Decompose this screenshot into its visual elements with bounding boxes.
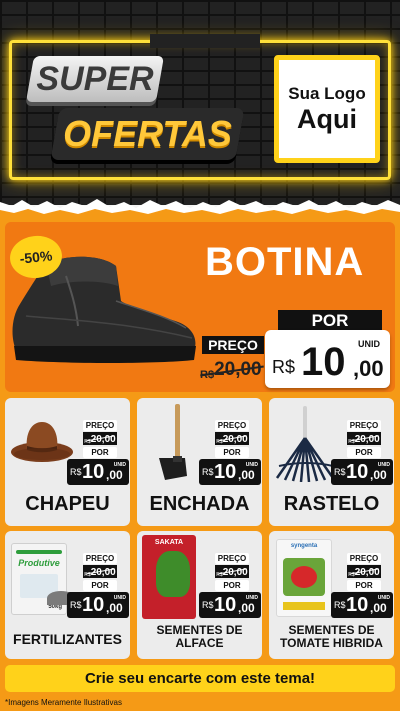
old-value: 20,00 [90,567,116,578]
price-box: UNID R$ 10 ,00 [67,592,129,618]
product-name: FERTILIZANTES [13,631,122,647]
old-price: R$ 20,00 [83,565,117,578]
hoe-icon [159,404,187,480]
old-value: 20,00 [222,434,248,445]
bag-label: Produtive [18,558,60,568]
product-card-chapeu[interactable]: PREÇO R$ 20,00 POR UNID R$ 10 ,00 CHAPEU [5,398,130,526]
hero-unid-label: UNID [358,339,380,349]
seed-packet-icon: SAKATA [142,535,196,619]
price-int: 10 [82,461,105,483]
currency: R$ [202,467,214,477]
old-price: R$ 20,00 [347,432,381,445]
por-label: POR [83,447,117,458]
price-int: 10 [214,461,237,483]
product-card-sementes-tomate[interactable]: syngenta PREÇO R$ 20,00 POR UNID R$ 10 ,0… [269,531,394,659]
currency: R$ [70,467,82,477]
price-dec: ,00 [106,601,123,615]
preco-label: PREÇO [83,553,117,564]
old-value: 20,00 [90,434,116,445]
currency: R$ [334,467,346,477]
price-box: UNID R$ 10 ,00 [331,459,393,485]
bag-stripe [16,550,62,554]
hat-icon [11,422,73,462]
por-label: POR [347,580,381,591]
logo-line-1: Sua Logo [288,84,366,103]
tomato-picture [291,566,317,588]
logo-placeholder[interactable]: Sua Logo Aqui [274,55,380,163]
hero-por-label: POR [278,310,382,332]
torn-paper-edge [0,199,400,216]
old-value: 20,00 [354,567,380,578]
price-dec: ,00 [238,468,255,482]
price-int: 10 [82,594,105,616]
packet-label: syngenta [290,543,318,549]
por-label: POR [215,447,249,458]
hero-old-currency: R$ [200,369,215,381]
product-card-sementes-alface[interactable]: SAKATA PREÇO R$ 20,00 POR UNID R$ 10 ,00 … [137,531,262,659]
old-price: R$ 20,00 [83,432,117,445]
logo-line-2: Aqui [297,104,357,134]
seed-packet-tomato-icon: syngenta [276,539,332,617]
old-value: 20,00 [354,434,380,445]
old-price: R$ 20,00 [347,565,381,578]
price-box: UNID R$ 10 ,00 [199,459,261,485]
hero-preco-label: PREÇO [202,336,264,354]
preco-label: PREÇO [215,420,249,431]
hero-price-int: 10 [301,340,346,384]
hero-currency: R$ [272,357,296,377]
por-label: POR [215,580,249,591]
price-dec: ,00 [370,468,387,482]
hero-price-dec: ,00 [353,356,384,381]
price-dec: ,00 [106,468,123,482]
por-label: POR [347,447,381,458]
price-int: 10 [346,594,369,616]
cta-banner[interactable]: Crie seu encarte com este tema! [5,665,395,692]
old-price: R$ 20,00 [215,432,249,445]
price-int: 10 [346,461,369,483]
preco-label: PREÇO [347,420,381,431]
preco-label: PREÇO [215,553,249,564]
product-name: ENCHADA [149,493,250,515]
product-name-line-2: TOMATE HIBRIDA [280,636,383,650]
lettuce-picture [156,551,190,597]
old-value: 20,00 [222,567,248,578]
price-box: UNID R$ 10 ,00 [331,592,393,618]
preco-label: PREÇO [347,553,381,564]
ofertas-banner: OFERTAS [50,108,245,160]
packet-stripe [283,602,325,610]
preco-label: PREÇO [83,420,117,431]
hero-price-box: UNID R$ 10 ,00 [265,330,390,388]
old-price: R$ 20,00 [215,565,249,578]
currency: R$ [202,600,214,610]
price-dec: ,00 [370,601,387,615]
super-banner: SUPER [25,56,165,102]
price-box: UNID R$ 10 ,00 [199,592,261,618]
currency: R$ [334,600,346,610]
product-card-enchada[interactable]: PREÇO R$ 20,00 POR UNID R$ 10 ,00 ENCHADA [137,398,262,526]
ofertas-text: OFERTAS [63,113,232,154]
disclaimer-text: *Imagens Meramente Ilustrativas [5,698,122,707]
product-name-line-2: ALFACE [175,636,224,650]
hero-old-price: R$ 20,00 [200,357,270,381]
price-int: 10 [214,594,237,616]
product-name: RASTELO [283,493,380,515]
hero-old-value: 20,00 [214,359,262,380]
price-dec: ,00 [238,601,255,615]
currency: R$ [70,600,82,610]
price-box: UNID R$ 10 ,00 [67,459,129,485]
product-card-fertilizantes[interactable]: Produtive 50kg PREÇO R$ 20,00 POR UNID R$… [5,531,130,659]
neon-frame-gap [150,34,260,48]
packet-label: SAKATA [154,539,184,546]
product-card-rastelo[interactable]: PREÇO R$ 20,00 POR UNID R$ 10 ,00 RASTELO [269,398,394,526]
hero-title: BOTINA [205,240,365,284]
product-name: CHAPEU [25,493,110,515]
por-label: POR [83,580,117,591]
super-text: SUPER [36,60,154,98]
